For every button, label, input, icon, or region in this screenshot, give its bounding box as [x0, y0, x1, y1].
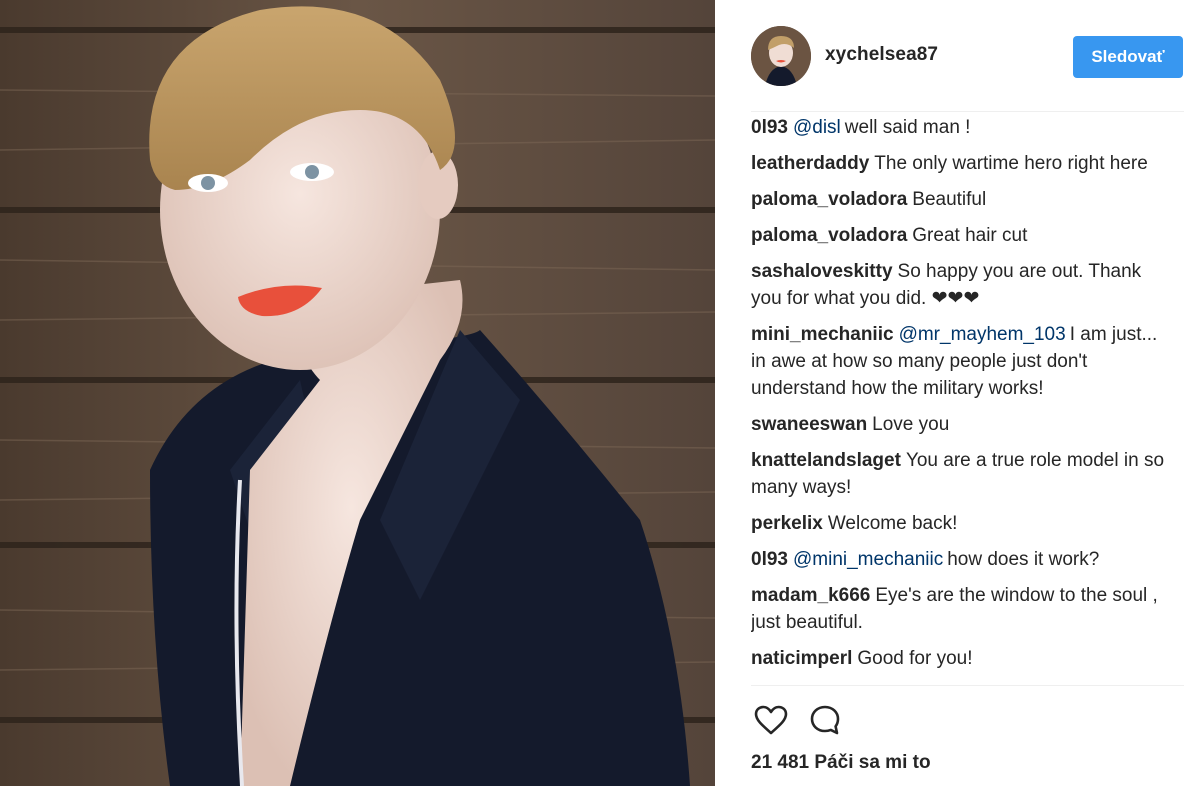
- comment-username[interactable]: naticimperl: [751, 648, 852, 669]
- avatar[interactable]: [751, 26, 811, 86]
- likes-count[interactable]: 21 481 Páči sa mi to: [751, 752, 931, 774]
- comment-item: mini_mechaniic @mr_mayhem_103 I am just...…: [751, 321, 1171, 402]
- comment-item: perkelix Welcome back!: [751, 510, 1171, 537]
- comment-item: madam_k666 Eye's are the window to the so…: [751, 582, 1171, 636]
- portrait-photo: [0, 0, 715, 786]
- comment-item: swaneeswan Love you: [751, 411, 1171, 438]
- comment-text: Love you: [872, 414, 950, 435]
- comment-button[interactable]: [805, 700, 845, 740]
- like-button[interactable]: [751, 700, 791, 740]
- speech-bubble-icon: [810, 705, 840, 735]
- comment-text: Great hair cut: [912, 225, 1028, 246]
- comment-text: Welcome back!: [827, 513, 958, 534]
- comment-username[interactable]: paloma_voladora: [751, 225, 907, 246]
- username[interactable]: xychelsea87: [825, 44, 938, 66]
- comment-mention[interactable]: @mr_mayhem_103: [899, 324, 1066, 345]
- action-bar: [751, 700, 845, 740]
- comment-item: 0l93 @disl well said man !: [751, 114, 1171, 141]
- comment-item: knattelandslaget You are a true role mode…: [751, 447, 1171, 501]
- comment-item: paloma_voladora Great hair cut: [751, 222, 1171, 249]
- comment-text: how does it work?: [947, 549, 1100, 570]
- comment-item: sashaloveskitty So happy you are out. Tha…: [751, 258, 1171, 312]
- comment-mention[interactable]: @mini_mechaniic: [793, 549, 943, 570]
- comment-username[interactable]: sashaloveskitty: [751, 261, 893, 282]
- comment-item: paloma_voladora Beautiful: [751, 186, 1171, 213]
- comment-username[interactable]: knattelandslaget: [751, 450, 901, 471]
- comment-username[interactable]: madam_k666: [751, 585, 870, 606]
- comments-list[interactable]: 0l93 @disl well said man ! leatherdaddy The …: [751, 114, 1171, 684]
- comment-username[interactable]: 0l93: [751, 549, 788, 570]
- comment-username[interactable]: leatherdaddy: [751, 153, 869, 174]
- divider: [751, 685, 1184, 686]
- comment-item: leatherdaddy The only wartime hero right …: [751, 150, 1171, 177]
- instagram-post: xychelsea87 Sledovať 0l93 @disl well said …: [0, 0, 1200, 786]
- comment-mention[interactable]: @disl: [793, 117, 841, 138]
- comment-username[interactable]: swaneeswan: [751, 414, 867, 435]
- comment-text: Good for you!: [857, 648, 973, 669]
- comment-username[interactable]: perkelix: [751, 513, 823, 534]
- comment-username[interactable]: 0l93: [751, 117, 788, 138]
- comment-username[interactable]: mini_mechaniic: [751, 324, 894, 345]
- divider: [751, 111, 1184, 112]
- post-sidebar: xychelsea87 Sledovať 0l93 @disl well said …: [715, 0, 1200, 786]
- comment-username[interactable]: paloma_voladora: [751, 189, 907, 210]
- comment-item: naticimperl Good for you!: [751, 645, 1171, 672]
- comment-item: 0l93 @mini_mechaniic how does it work?: [751, 546, 1171, 573]
- avatar-image: [751, 26, 811, 86]
- post-header: xychelsea87 Sledovať: [715, 0, 1200, 112]
- comment-text: well said man !: [844, 117, 971, 138]
- comment-text: The only wartime hero right here: [874, 153, 1148, 174]
- post-photo[interactable]: [0, 0, 715, 786]
- heart-outline-icon: [754, 705, 788, 735]
- follow-button[interactable]: Sledovať: [1073, 36, 1183, 78]
- comment-text: Beautiful: [912, 189, 987, 210]
